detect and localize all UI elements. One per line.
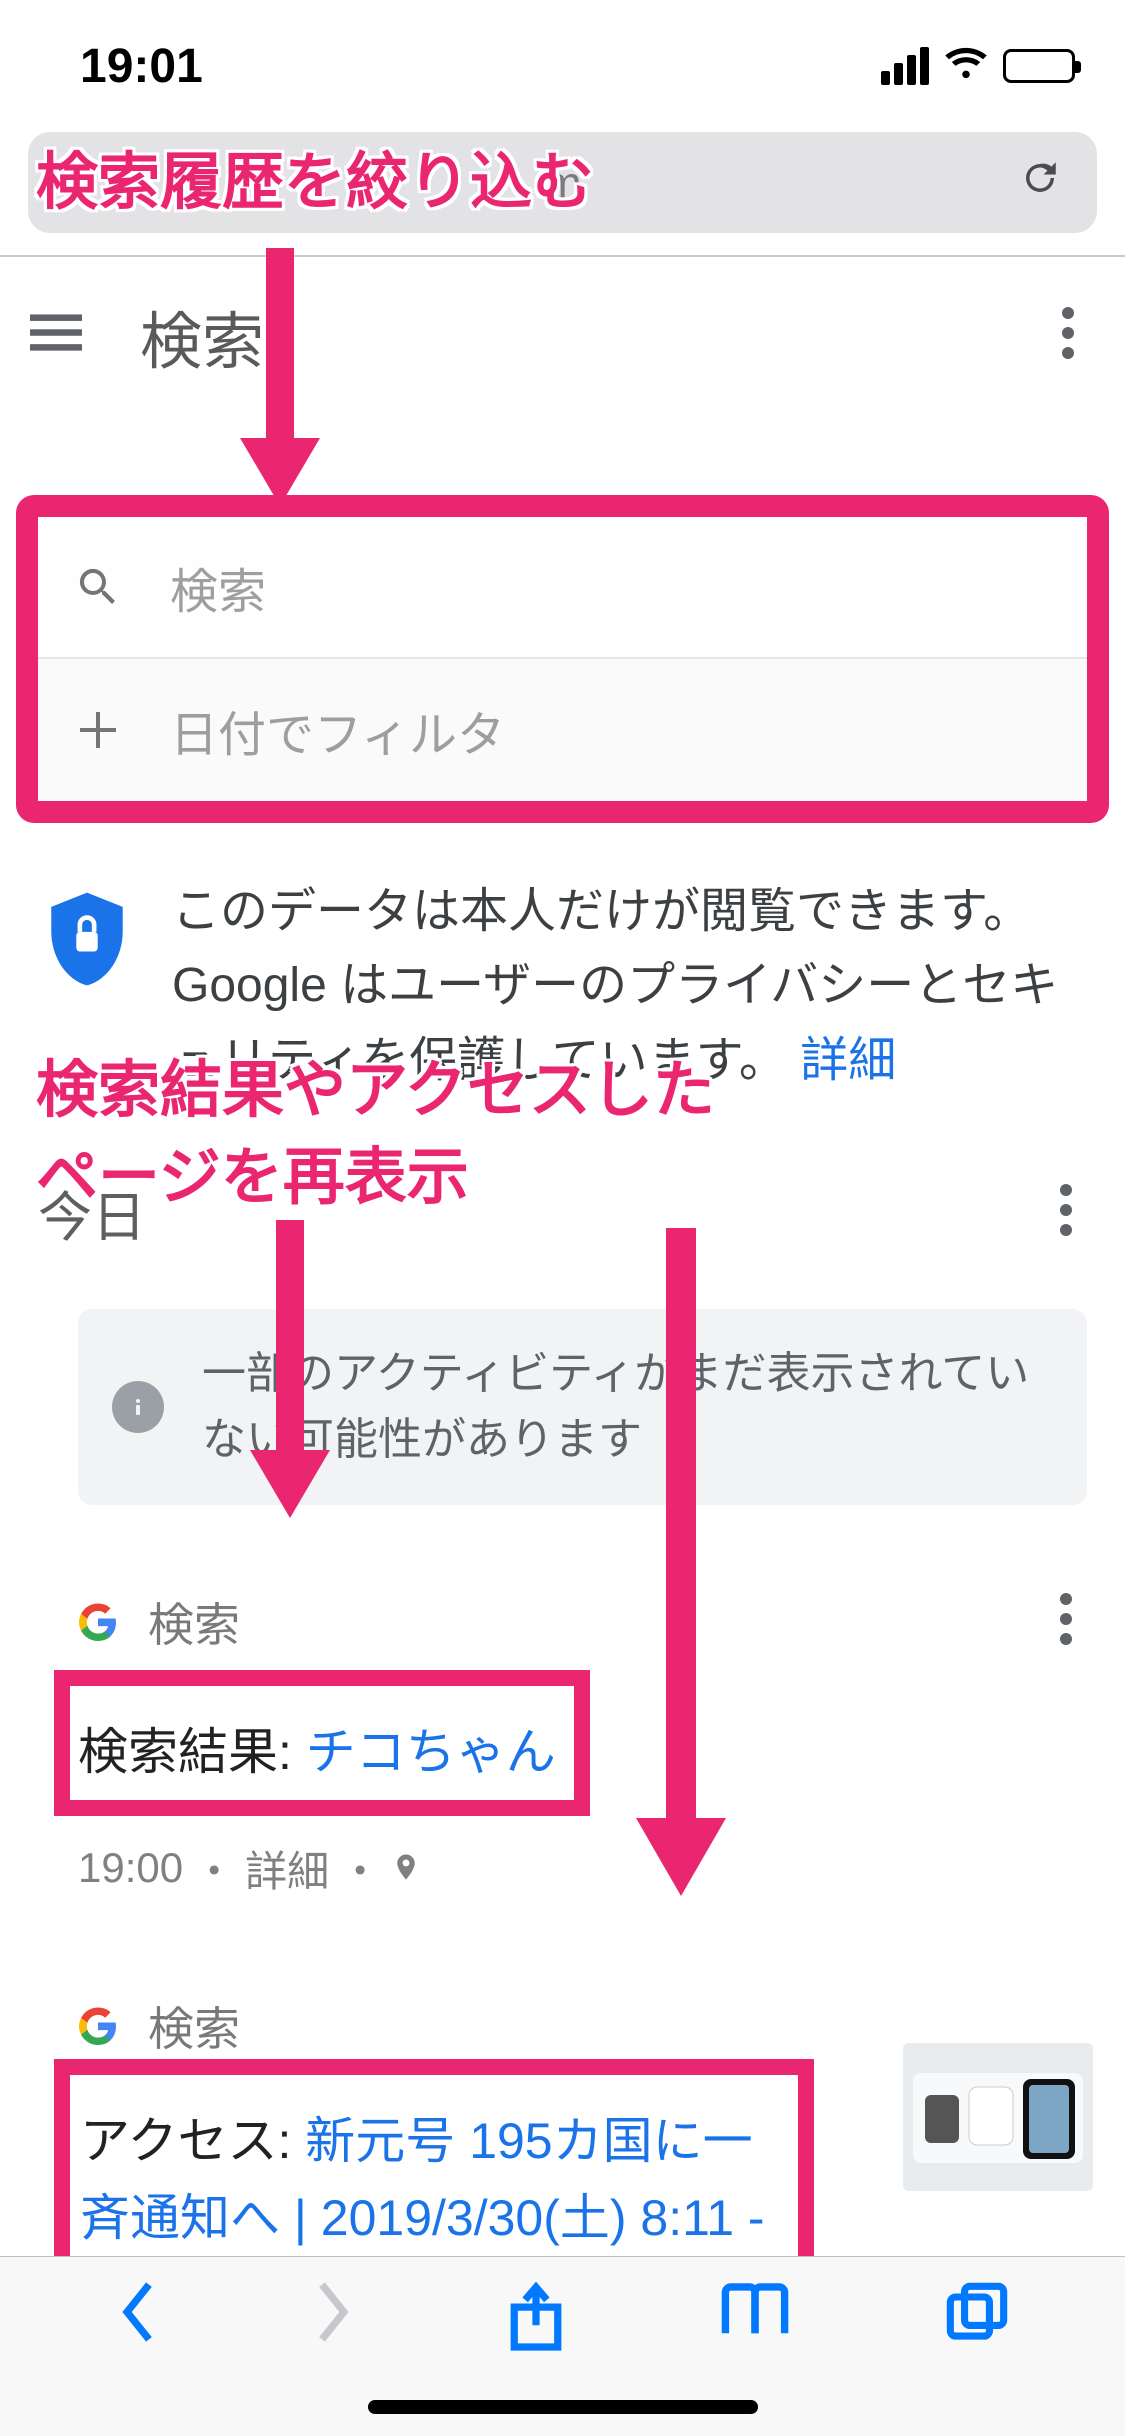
search-icon xyxy=(68,563,128,611)
search-input-row[interactable]: 検索 xyxy=(38,517,1087,659)
privacy-notice: このデータは本人だけが閲覧できます。Google はユーザーのプライバシーとセキ… xyxy=(0,823,1125,1098)
search-filter-panel: 検索 日付でフィルタ xyxy=(16,495,1109,823)
cellular-icon xyxy=(881,47,929,85)
activity-more-icon[interactable] xyxy=(1039,1573,1093,1670)
search-result-line[interactable]: 検索結果: チコちゃん xyxy=(78,1714,556,1792)
app-header: 検索 xyxy=(0,257,1125,415)
google-g-icon xyxy=(78,2006,118,2046)
wifi-icon xyxy=(943,47,989,86)
battery-icon xyxy=(1003,49,1075,83)
date-filter-row[interactable]: 日付でフィルタ xyxy=(38,659,1087,801)
section-title: 今日 xyxy=(38,1173,1039,1252)
home-indicator[interactable] xyxy=(368,2400,758,2414)
status-bar: 19:01 xyxy=(0,0,1125,132)
back-icon[interactable] xyxy=(117,2281,159,2348)
url-text-fragment: m xyxy=(543,156,581,210)
section-header-today: 今日 xyxy=(0,1098,1125,1273)
reload-icon[interactable] xyxy=(1019,156,1061,210)
search-placeholder: 検索 xyxy=(170,552,266,622)
page-title: 検索 xyxy=(140,291,1041,381)
search-query-link[interactable]: チコちゃん xyxy=(306,1724,556,1780)
shield-icon xyxy=(44,889,130,994)
activity-service-label: 検索 xyxy=(148,1589,1009,1655)
highlighted-result-1: 検索結果: チコちゃん xyxy=(54,1670,590,1816)
status-icons xyxy=(881,47,1075,86)
privacy-learn-more-link[interactable]: 詳細 xyxy=(800,1034,896,1087)
menu-icon[interactable] xyxy=(30,314,82,357)
info-icon xyxy=(112,1381,164,1433)
google-g-icon xyxy=(78,1602,118,1642)
tabs-icon[interactable] xyxy=(945,2281,1009,2350)
location-pin-icon xyxy=(391,1844,421,1892)
plus-icon xyxy=(68,706,128,754)
activity-meta: 19:00 ・ 詳細 ・ xyxy=(78,1838,1093,1899)
info-text: 一部のアクティビティがまだ表示されていない可能性があります xyxy=(202,1341,1053,1473)
activity-service-label: 検索 xyxy=(148,1993,873,2059)
privacy-text: このデータは本人だけが閲覧できます。Google はユーザーのプライバシーとセキ… xyxy=(172,875,1089,1098)
status-time: 19:01 xyxy=(80,39,203,94)
more-icon[interactable] xyxy=(1041,287,1095,384)
pending-activity-notice: 一部のアクティビティがまだ表示されていない可能性があります xyxy=(78,1309,1087,1505)
share-icon[interactable] xyxy=(507,2281,565,2360)
url-bar[interactable]: m xyxy=(28,132,1097,233)
activity-detail-link[interactable]: 詳細 xyxy=(245,1838,329,1899)
section-more-icon[interactable] xyxy=(1039,1164,1093,1261)
forward-icon xyxy=(312,2281,354,2348)
date-filter-label: 日付でフィルタ xyxy=(170,695,505,765)
browser-url-area: m xyxy=(0,132,1125,257)
bookmarks-icon[interactable] xyxy=(718,2281,792,2346)
page-thumbnail xyxy=(903,2043,1093,2191)
activity-item: 検索 検索結果: チコちゃん 19:00 ・ 詳細 ・ xyxy=(0,1573,1125,2359)
